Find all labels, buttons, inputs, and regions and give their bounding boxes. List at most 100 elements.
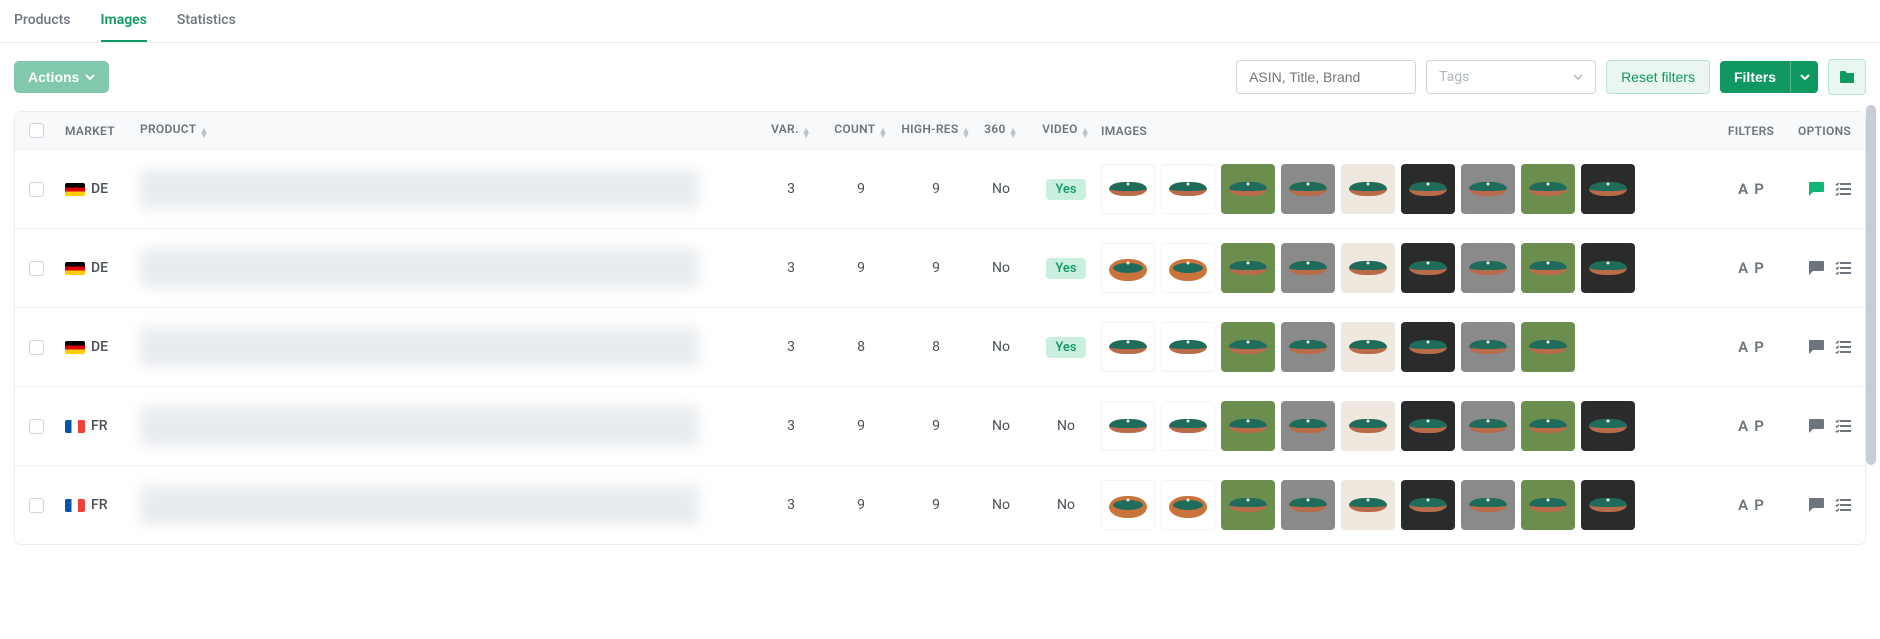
thumbnail[interactable] <box>1161 243 1215 293</box>
list-icon[interactable] <box>1835 340 1851 354</box>
thumbnail[interactable] <box>1581 243 1635 293</box>
thumbnail[interactable] <box>1341 243 1395 293</box>
thumbnail[interactable] <box>1281 401 1335 451</box>
thumbnail[interactable] <box>1521 322 1575 372</box>
filters-ap: A P <box>1721 496 1781 514</box>
thumbnail[interactable] <box>1101 164 1155 214</box>
thumbnail[interactable] <box>1101 322 1155 372</box>
list-icon[interactable] <box>1835 498 1851 512</box>
tab-statistics[interactable]: Statistics <box>177 12 236 42</box>
thumbnail[interactable] <box>1401 243 1455 293</box>
thumbnail[interactable] <box>1521 164 1575 214</box>
thumbnail[interactable] <box>1221 164 1275 214</box>
filter-p[interactable]: P <box>1754 496 1764 514</box>
thumbnail[interactable] <box>1521 480 1575 530</box>
filter-a[interactable]: A <box>1738 417 1748 435</box>
filter-a[interactable]: A <box>1738 180 1748 198</box>
header-count[interactable]: COUNT▲▼ <box>821 122 901 139</box>
hires-value: 9 <box>901 497 971 513</box>
row-checkbox[interactable] <box>29 498 44 513</box>
thumbnail[interactable] <box>1281 480 1335 530</box>
thumbnail[interactable] <box>1461 322 1515 372</box>
thumbnail[interactable] <box>1281 164 1335 214</box>
header-360[interactable]: 360▲▼ <box>971 122 1031 139</box>
header-market[interactable]: MARKET <box>65 124 140 138</box>
scrollbar[interactable] <box>1866 105 1876 465</box>
hires-value: 9 <box>901 181 971 197</box>
thumbnail[interactable] <box>1161 164 1215 214</box>
filter-a[interactable]: A <box>1738 496 1748 514</box>
search-input[interactable] <box>1236 60 1416 94</box>
thumbnail[interactable] <box>1401 401 1455 451</box>
filter-a[interactable]: A <box>1738 259 1748 277</box>
list-icon[interactable] <box>1835 419 1851 433</box>
header-video[interactable]: VIDEO▲▼ <box>1031 122 1101 139</box>
reset-filters-button[interactable]: Reset filters <box>1606 60 1710 94</box>
thumbnails <box>1101 243 1721 293</box>
product-name-blurred[interactable] <box>140 327 699 367</box>
row-checkbox[interactable] <box>29 340 44 355</box>
thumbnail[interactable] <box>1401 322 1455 372</box>
folder-button[interactable] <box>1828 59 1866 95</box>
header-hires[interactable]: HIGH-RES▲▼ <box>901 122 971 139</box>
header-product[interactable]: PRODUCT▲▼ <box>140 122 761 139</box>
thumbnail[interactable] <box>1581 480 1635 530</box>
thumbnail[interactable] <box>1401 164 1455 214</box>
thumbnail[interactable] <box>1581 401 1635 451</box>
row-checkbox[interactable] <box>29 261 44 276</box>
tabs: Products Images Statistics <box>0 0 1880 43</box>
row-checkbox[interactable] <box>29 419 44 434</box>
thumbnail[interactable] <box>1101 480 1155 530</box>
thumbnail[interactable] <box>1281 322 1335 372</box>
flag-icon <box>65 499 85 512</box>
comment-icon[interactable] <box>1808 260 1825 276</box>
comment-icon[interactable] <box>1808 181 1825 197</box>
thumbnail[interactable] <box>1221 480 1275 530</box>
filter-p[interactable]: P <box>1754 338 1764 356</box>
product-name-blurred[interactable] <box>140 485 699 525</box>
thumbnail[interactable] <box>1401 480 1455 530</box>
thumbnail[interactable] <box>1521 243 1575 293</box>
thumbnail[interactable] <box>1101 401 1155 451</box>
tags-select[interactable]: Tags <box>1426 60 1596 94</box>
comment-icon[interactable] <box>1808 339 1825 355</box>
filter-a[interactable]: A <box>1738 338 1748 356</box>
thumbnail[interactable] <box>1281 243 1335 293</box>
thumbnail[interactable] <box>1101 243 1155 293</box>
list-icon[interactable] <box>1835 261 1851 275</box>
product-name-blurred[interactable] <box>140 406 699 446</box>
thumbnail[interactable] <box>1221 322 1275 372</box>
thumbnail[interactable] <box>1461 480 1515 530</box>
select-all-checkbox[interactable] <box>29 123 44 138</box>
thumbnail[interactable] <box>1341 164 1395 214</box>
thumbnail[interactable] <box>1221 243 1275 293</box>
thumbnail[interactable] <box>1161 401 1215 451</box>
filter-p[interactable]: P <box>1754 417 1764 435</box>
filters-button[interactable]: Filters <box>1720 61 1790 93</box>
thumbnail[interactable] <box>1581 164 1635 214</box>
product-name-blurred[interactable] <box>140 169 699 209</box>
product-name-blurred[interactable] <box>140 248 699 288</box>
tab-images[interactable]: Images <box>101 12 147 42</box>
header-var[interactable]: VAR.▲▼ <box>761 122 821 139</box>
thumbnail[interactable] <box>1221 401 1275 451</box>
thumbnail[interactable] <box>1521 401 1575 451</box>
thumbnail[interactable] <box>1161 480 1215 530</box>
filter-p[interactable]: P <box>1754 180 1764 198</box>
thumbnail[interactable] <box>1341 322 1395 372</box>
actions-button[interactable]: Actions <box>14 61 109 93</box>
thumbnail[interactable] <box>1341 401 1395 451</box>
sort-icon: ▲▼ <box>802 129 811 139</box>
thumbnail[interactable] <box>1341 480 1395 530</box>
thumbnail[interactable] <box>1461 243 1515 293</box>
comment-icon[interactable] <box>1808 418 1825 434</box>
tab-products[interactable]: Products <box>14 12 71 42</box>
thumbnail[interactable] <box>1461 164 1515 214</box>
filter-p[interactable]: P <box>1754 259 1764 277</box>
row-checkbox[interactable] <box>29 182 44 197</box>
comment-icon[interactable] <box>1808 497 1825 513</box>
filters-dropdown-button[interactable] <box>1790 61 1818 93</box>
list-icon[interactable] <box>1835 182 1851 196</box>
thumbnail[interactable] <box>1461 401 1515 451</box>
thumbnail[interactable] <box>1161 322 1215 372</box>
